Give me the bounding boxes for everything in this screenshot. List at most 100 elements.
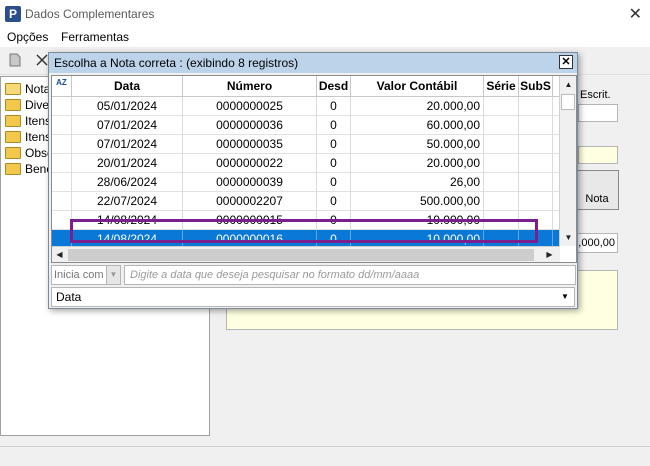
col-header-valor[interactable]: Valor Contábil <box>351 76 484 97</box>
search-field-value: Data <box>56 290 82 304</box>
cell-numero: 0000000035 <box>183 135 317 154</box>
cell-subs <box>519 116 553 135</box>
tree-item-itens-2[interactable]: Itens <box>5 129 51 145</box>
cell-data: 05/01/2024 <box>72 97 183 116</box>
value-field[interactable]: ,000,00 <box>575 233 618 253</box>
table-row[interactable]: 22/07/2024 0000002207 0 500.000,00 <box>52 192 560 211</box>
dialog-titlebar: Escolha a Nota correta : (exibindo 8 reg… <box>49 53 577 73</box>
cell-data: 07/01/2024 <box>72 116 183 135</box>
search-row: Inicia com ▼ Digite a data que deseja pe… <box>51 265 577 286</box>
tree-item-nota[interactable]: Nota <box>5 81 50 97</box>
scroll-thumb[interactable] <box>561 94 575 110</box>
tree-item-diver[interactable]: Diver <box>5 97 53 113</box>
cell-serie <box>484 116 519 135</box>
yellow-field[interactable] <box>578 146 618 164</box>
cell-desd: 0 <box>317 192 351 211</box>
nota-button-label: Nota <box>585 193 609 205</box>
search-mode-select[interactable]: Inicia com ▼ <box>51 265 121 285</box>
document-icon[interactable] <box>8 53 22 67</box>
cell-subs <box>519 192 553 211</box>
selection-highlight-box <box>70 219 538 243</box>
menubar: Opções Ferramentas <box>0 28 650 47</box>
tree-item-bene[interactable]: Bene <box>5 161 53 177</box>
chevron-down-icon[interactable]: ▼ <box>558 289 572 305</box>
col-header-subs[interactable]: SubS <box>519 76 553 97</box>
cell-serie <box>484 154 519 173</box>
cell-data: 20/01/2024 <box>72 154 183 173</box>
window-titlebar: P Dados Complementares ✕ <box>0 0 650 28</box>
escrit-label: Escrit. <box>580 89 611 101</box>
hscroll-thumb[interactable] <box>68 249 534 261</box>
cell-serie <box>484 135 519 154</box>
cell-numero: 0000000025 <box>183 97 317 116</box>
folder-icon <box>5 131 21 143</box>
cell-desd: 0 <box>317 135 351 154</box>
app-logo-icon: P <box>5 6 21 22</box>
col-header-serie[interactable]: Série <box>484 76 519 97</box>
cell-valor: 500.000,00 <box>351 192 484 211</box>
search-mode-value: Inicia com <box>54 269 104 281</box>
cell-desd: 0 <box>317 154 351 173</box>
dialog-close-button[interactable]: ✕ <box>559 55 573 69</box>
tree-item-label: Nota <box>25 82 51 96</box>
cell-serie <box>484 173 519 192</box>
cell-data: 28/06/2024 <box>72 173 183 192</box>
folder-icon <box>5 99 21 111</box>
cell-data: 07/01/2024 <box>72 135 183 154</box>
cell-subs <box>519 97 553 116</box>
cell-desd: 0 <box>317 116 351 135</box>
nota-button[interactable]: Nota <box>575 170 619 210</box>
tree-item-obse[interactable]: Obse <box>5 145 54 161</box>
cell-serie <box>484 97 519 116</box>
cell-desd: 0 <box>317 173 351 192</box>
scissors-icon[interactable] <box>35 53 49 67</box>
cell-numero: 0000000036 <box>183 116 317 135</box>
tree-item-itens-1[interactable]: Itens <box>5 113 51 129</box>
cell-valor: 20.000,00 <box>351 97 484 116</box>
chevron-down-icon[interactable]: ▼ <box>106 266 120 284</box>
escrit-field[interactable] <box>578 104 618 122</box>
table-row[interactable]: 28/06/2024 0000000039 0 26,00 <box>52 173 560 192</box>
folder-open-icon <box>5 83 21 95</box>
cell-data: 22/07/2024 <box>72 192 183 211</box>
grid-header: AZ Data Número Desd Valor Contábil Série… <box>52 76 560 97</box>
scroll-left-icon[interactable]: ◀ <box>52 247 67 262</box>
cell-subs <box>519 154 553 173</box>
col-header-data[interactable]: Data <box>72 76 183 97</box>
cell-numero: 0000002207 <box>183 192 317 211</box>
scroll-down-icon[interactable]: ▼ <box>561 230 576 245</box>
col-header-desd[interactable]: Desd <box>317 76 351 97</box>
choose-note-dialog: Escolha a Nota correta : (exibindo 8 reg… <box>48 52 578 309</box>
cell-subs <box>519 135 553 154</box>
folder-icon <box>5 115 21 127</box>
window-title: Dados Complementares <box>25 7 155 21</box>
menu-opcoes[interactable]: Opções <box>7 30 48 44</box>
cell-serie <box>484 192 519 211</box>
cell-numero: 0000000022 <box>183 154 317 173</box>
cell-valor: 20.000,00 <box>351 154 484 173</box>
cell-subs <box>519 173 553 192</box>
table-row[interactable]: 07/01/2024 0000000035 0 50.000,00 <box>52 135 560 154</box>
window-close-button[interactable]: ✕ <box>629 4 642 24</box>
cell-valor: 26,00 <box>351 173 484 192</box>
dialog-title: Escolha a Nota correta : (exibindo 8 reg… <box>54 56 299 70</box>
col-header-numero[interactable]: Número <box>183 76 317 97</box>
table-row[interactable]: 05/01/2024 0000000025 0 20.000,00 <box>52 97 560 116</box>
table-row[interactable]: 07/01/2024 0000000036 0 60.000,00 <box>52 116 560 135</box>
vertical-scrollbar[interactable]: ▲ ▼ <box>559 76 576 246</box>
cell-valor: 60.000,00 <box>351 116 484 135</box>
cell-numero: 0000000039 <box>183 173 317 192</box>
search-field-select[interactable]: Data ▼ <box>51 287 575 307</box>
cell-desd: 0 <box>317 97 351 116</box>
status-bar <box>0 446 650 466</box>
folder-icon <box>5 163 21 175</box>
menu-ferramentas[interactable]: Ferramentas <box>61 30 129 44</box>
search-input[interactable]: Digite a data que deseja pesquisar no fo… <box>124 265 576 285</box>
scroll-up-icon[interactable]: ▲ <box>561 77 576 92</box>
horizontal-scrollbar[interactable]: ◀ ▶ <box>52 246 560 262</box>
sort-az-icon[interactable]: AZ <box>52 76 72 97</box>
scroll-right-icon[interactable]: ▶ <box>542 247 557 262</box>
cell-valor: 50.000,00 <box>351 135 484 154</box>
table-row[interactable]: 20/01/2024 0000000022 0 20.000,00 <box>52 154 560 173</box>
folder-icon <box>5 147 21 159</box>
